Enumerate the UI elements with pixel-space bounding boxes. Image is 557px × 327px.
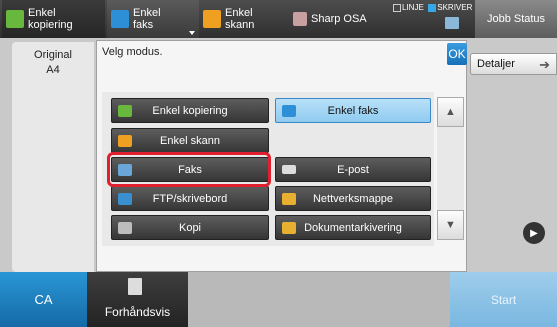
- preview-icon: [128, 278, 142, 295]
- chevron-down-icon: [189, 31, 195, 35]
- job-status-button[interactable]: Jobb Status: [475, 0, 557, 38]
- preview-button[interactable]: Forhåndsvis: [87, 272, 188, 327]
- mode-label: Enkel skann: [160, 134, 220, 147]
- mode-ftp-desktop[interactable]: FTP/skrivebord: [111, 186, 269, 211]
- mode-document-filing[interactable]: Dokumentarkivering: [275, 215, 431, 240]
- scrollbar[interactable]: ▲ ▼: [437, 97, 464, 240]
- status-indicators: LINJE SKRIVER: [393, 3, 473, 35]
- ok-button[interactable]: OK: [447, 43, 467, 65]
- copy-icon: [6, 10, 24, 28]
- scroll-down-icon[interactable]: ▼: [437, 210, 464, 240]
- details-button[interactable]: Detaljer ➔: [470, 53, 557, 75]
- details-label: Detaljer: [477, 58, 515, 70]
- tab-label: Sharp OSA: [311, 13, 367, 25]
- tab-label: Enkel: [28, 7, 56, 19]
- preview-label: Forhåndsvis: [104, 305, 171, 319]
- tab-label: Enkel: [225, 7, 253, 19]
- scroll-up-icon[interactable]: ▲: [437, 97, 464, 127]
- line-indicator: [393, 3, 401, 12]
- printer-label: SKRIVER: [437, 3, 473, 12]
- original-label: Original: [34, 49, 72, 61]
- highlight-frame: [107, 152, 271, 187]
- mode-network-folder[interactable]: Nettverksmappe: [275, 186, 431, 211]
- mode-label: E-post: [337, 163, 369, 176]
- mode-label: Dokumentarkivering: [304, 221, 402, 234]
- folder-icon: [282, 192, 296, 205]
- archive-icon: [282, 221, 296, 234]
- mode-label: FTP/skrivebord: [152, 192, 228, 205]
- play-icon[interactable]: ▶: [523, 222, 545, 244]
- mail-icon: [282, 165, 296, 174]
- mode-label: Nettverksmappe: [312, 192, 394, 205]
- mode-label: Enkel kopiering: [152, 104, 228, 117]
- tab-label: Enkel: [133, 7, 161, 19]
- network-icon: [445, 17, 459, 29]
- copy-icon: [118, 221, 132, 234]
- line-label: LINJE: [402, 3, 424, 12]
- tab-label: kopiering: [28, 19, 73, 31]
- original-size: A4: [46, 64, 60, 76]
- osa-icon: [293, 12, 307, 26]
- original-panel[interactable]: Original A4: [12, 42, 94, 272]
- tab-label: faks: [133, 19, 154, 31]
- mode-simple-scan[interactable]: Enkel skann: [111, 128, 269, 153]
- dialog-title: Velg modus.: [102, 46, 163, 58]
- top-bar: Enkel kopiering Enkel faks Enkel skann Shar…: [0, 0, 557, 38]
- mode-label: Kopi: [178, 221, 202, 234]
- copy-icon: [118, 104, 132, 117]
- desktop-icon: [118, 192, 132, 205]
- tab-label: skann: [225, 19, 255, 31]
- scan-icon: [203, 10, 221, 28]
- fax-icon: [282, 104, 296, 117]
- start-button[interactable]: Start: [450, 272, 557, 327]
- mode-email[interactable]: E-post: [275, 157, 431, 182]
- mode-label: Enkel faks: [327, 104, 379, 117]
- printer-indicator: [428, 3, 437, 12]
- tab-simple-scan[interactable]: Enkel skann: [199, 0, 291, 38]
- tab-sharp-osa[interactable]: Sharp OSA: [291, 0, 383, 38]
- mode-copy[interactable]: Kopi: [111, 215, 269, 240]
- mode-simple-fax[interactable]: Enkel faks: [275, 98, 431, 123]
- clear-all-button[interactable]: CA: [0, 272, 87, 327]
- arrow-right-icon: ➔: [539, 57, 550, 72]
- tab-simple-fax[interactable]: Enkel faks: [107, 0, 199, 38]
- tab-simple-copy[interactable]: Enkel kopiering: [2, 0, 105, 38]
- fax-icon: [111, 10, 129, 28]
- scan-icon: [118, 134, 132, 147]
- mode-simple-copy[interactable]: Enkel kopiering: [111, 98, 269, 123]
